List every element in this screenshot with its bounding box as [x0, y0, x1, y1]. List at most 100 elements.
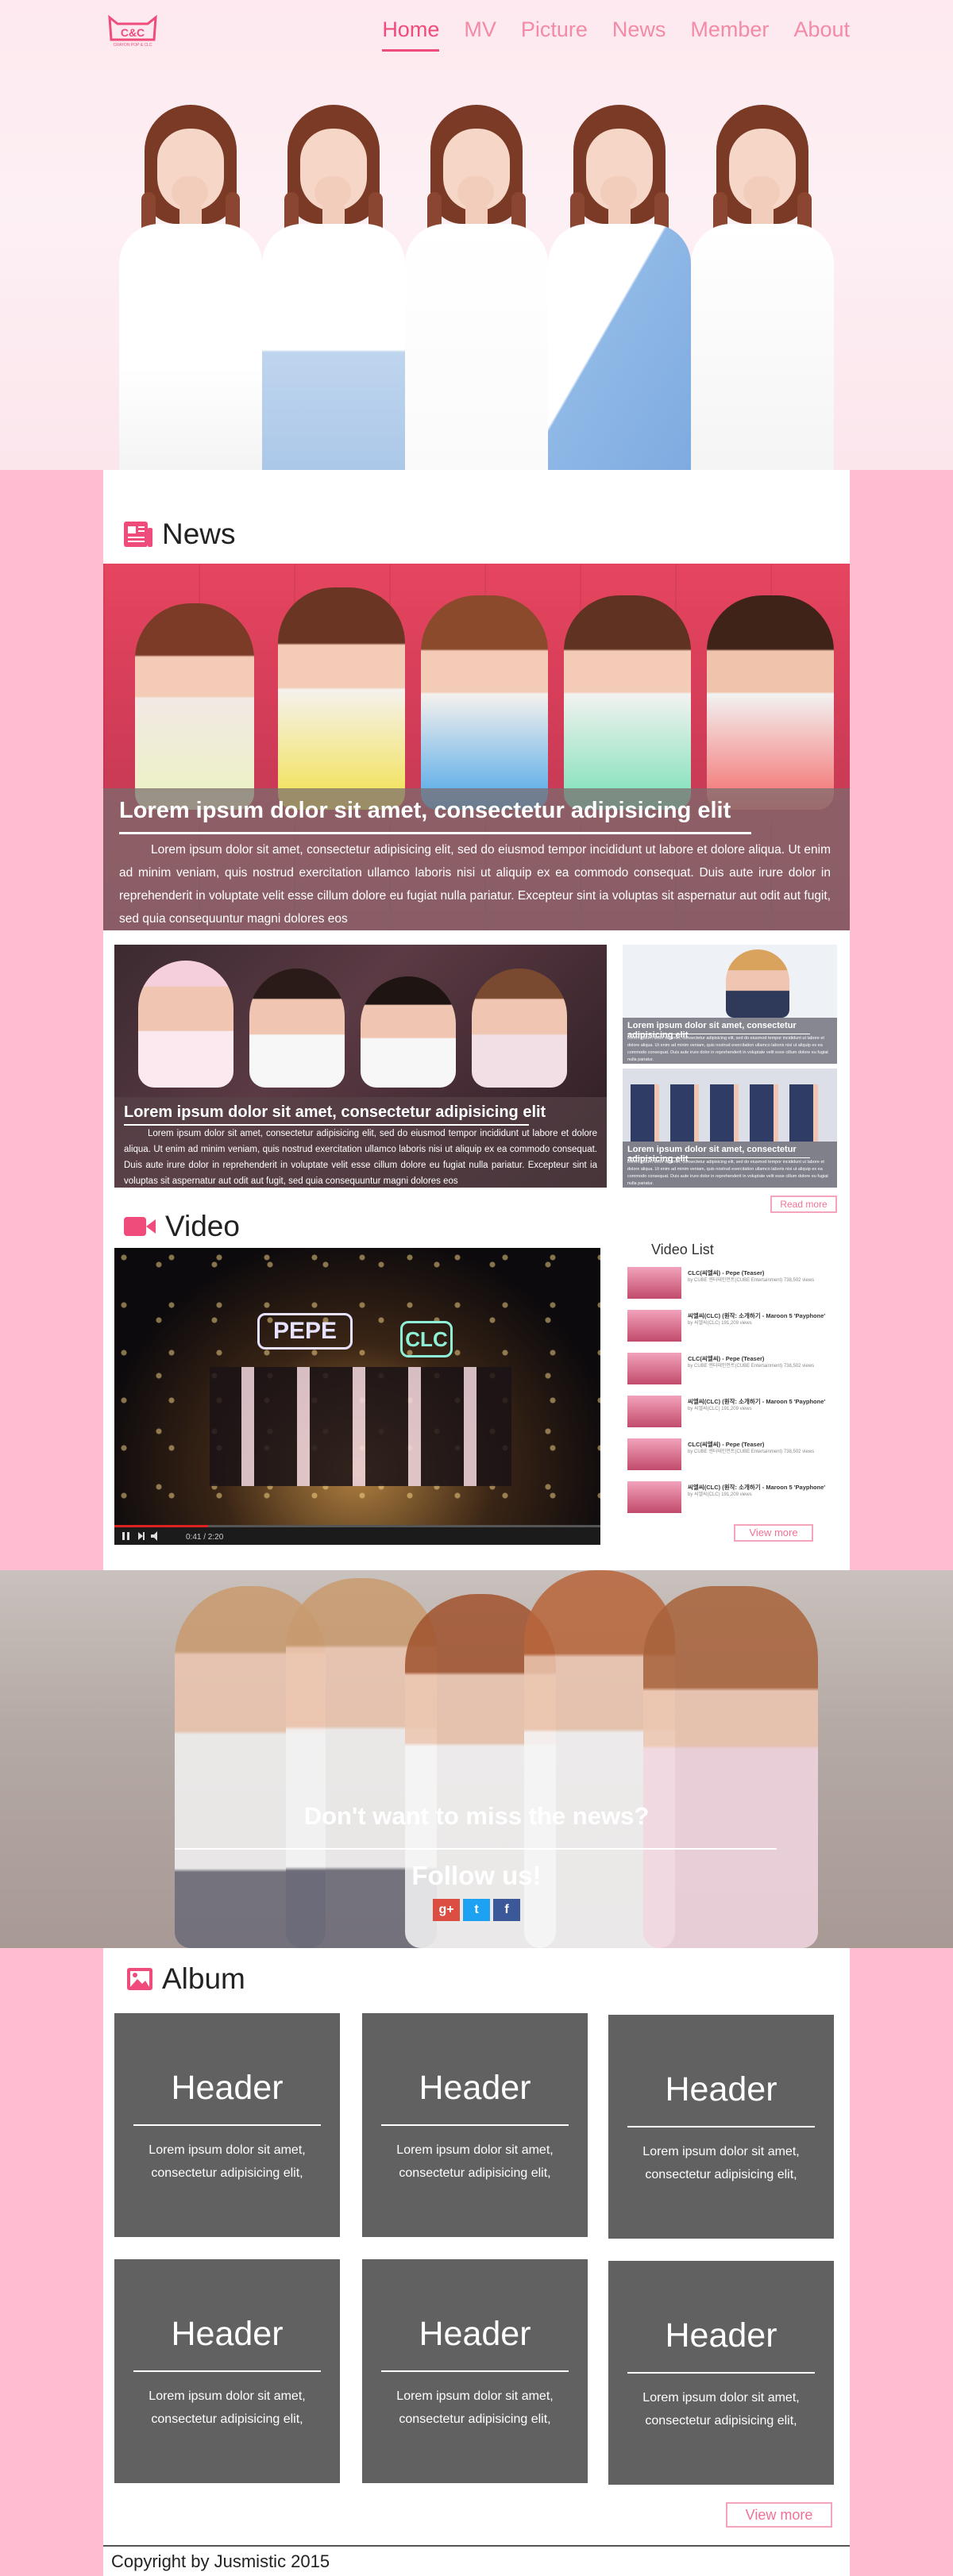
hero-member-figure	[254, 105, 413, 470]
featured-news-title[interactable]: Lorem ipsum dolor sit amet, consectetur …	[119, 798, 731, 824]
album-section: Album Header Lorem ipsum dolor sit amet,…	[103, 1948, 850, 2576]
album-card-header: Header	[419, 2069, 531, 2107]
facebook-icon[interactable]: f	[493, 1899, 520, 1921]
video-list-item-meta: by CUBE 엔터테인먼트(CUBE Entertainment) 738,5…	[688, 1364, 815, 1369]
secondary-news-card[interactable]: Lorem ipsum dolor sit amet, consectetur …	[114, 945, 607, 1188]
copyright-text: Copyright by Jusmistic 2015	[111, 2551, 330, 2571]
video-list-item-title[interactable]: CLC(씨엘씨) - Pepe (Teaser)	[688, 1269, 764, 1277]
footer-divider	[103, 2545, 850, 2547]
album-card[interactable]: Header Lorem ipsum dolor sit amet, conse…	[114, 2013, 340, 2237]
small-news-card[interactable]: Lorem ipsum dolor sit amet, consectetur …	[623, 1069, 837, 1188]
album-card-text: Lorem ipsum dolor sit amet, consectetur …	[149, 2143, 306, 2180]
video-list-item-meta: by CUBE 엔터테인먼트(CUBE Entertainment) 738,5…	[688, 1278, 815, 1283]
video-list-item[interactable]: 씨엘씨(CLC) (원작: 소개하기 - Maroon 5 'Payphone'…	[627, 1396, 825, 1430]
featured-news-card[interactable]: Lorem ipsum dolor sit amet, consectetur …	[103, 564, 850, 930]
album-card-text: Lorem ipsum dolor sit amet, consectetur …	[149, 2389, 306, 2426]
album-card[interactable]: Header Lorem ipsum dolor sit amet, conse…	[362, 2259, 588, 2483]
video-list-item-title[interactable]: 씨엘씨(CLC) (원작: 소개하기 - Maroon 5 'Payphone'	[688, 1483, 825, 1492]
site-logo[interactable]: C&C CRAYON POP & CLC	[105, 13, 160, 48]
album-card-text: Lorem ipsum dolor sit amet, consectetur …	[642, 2145, 800, 2181]
nav-home[interactable]: Home	[382, 17, 440, 52]
secondary-news-title[interactable]: Lorem ipsum dolor sit amet, consectetur …	[124, 1103, 546, 1122]
newspaper-icon	[124, 522, 152, 547]
nav-about[interactable]: About	[793, 17, 850, 52]
news-video-section: News Lorem ipsum dolor sit amet, consect…	[103, 470, 850, 1570]
album-card-text: Lorem ipsum dolor sit amet, consectetur …	[642, 2391, 800, 2428]
album-title: Album	[162, 1962, 245, 1995]
video-sign-clc: CLC	[400, 1321, 453, 1357]
video-list-item[interactable]: 씨엘씨(CLC) (원작: 소개하기 - Maroon 5 'Payphone'…	[627, 1481, 825, 1516]
follow-cta: Follow us!	[411, 1861, 542, 1890]
album-card-header: Header	[419, 2315, 531, 2353]
video-time: 0:41 / 2:20	[186, 1533, 224, 1542]
album-card-text: Lorem ipsum dolor sit amet, consectetur …	[396, 2389, 554, 2426]
video-camera-icon	[124, 1217, 156, 1236]
video-view-more-button[interactable]: View more	[734, 1524, 813, 1542]
video-list-item-title[interactable]: CLC(씨엘씨) - Pepe (Teaser)	[688, 1354, 764, 1363]
play-icon[interactable]	[114, 1527, 162, 1545]
album-card[interactable]: Header Lorem ipsum dolor sit amet, conse…	[608, 2015, 834, 2239]
google-plus-icon[interactable]: g+	[433, 1899, 460, 1921]
video-title: Video	[165, 1210, 240, 1242]
album-card[interactable]: Header Lorem ipsum dolor sit amet, conse…	[362, 2013, 588, 2237]
album-heading: Album	[125, 1962, 245, 1996]
album-card-header: Header	[665, 2316, 777, 2355]
video-list-thumbnail	[627, 1310, 681, 1342]
small-news-photo	[631, 1084, 829, 1142]
video-list-item-meta: by 씨엘씨(CLC) 191,209 views	[688, 1407, 752, 1411]
video-list-thumbnail	[627, 1396, 681, 1427]
album-card-header: Header	[171, 2069, 284, 2107]
follow-question: Don't want to miss the news?	[303, 1802, 650, 1830]
video-heading: Video	[122, 1210, 240, 1243]
video-list-thumbnail	[627, 1353, 681, 1384]
main-nav: Home MV Picture News Member About	[357, 17, 850, 52]
video-list-title: Video List	[651, 1242, 714, 1257]
video-list-item-title[interactable]: CLC(씨엘씨) - Pepe (Teaser)	[688, 1440, 764, 1449]
video-list-item[interactable]: CLC(씨엘씨) - Pepe (Teaser) by CUBE 엔터테인먼트(…	[627, 1438, 818, 1473]
social-links: g+ t f	[433, 1899, 520, 1921]
video-sign-pepe: PEPE	[257, 1313, 353, 1350]
hero-member-figure	[397, 105, 556, 470]
video-list-item[interactable]: CLC(씨엘씨) - Pepe (Teaser) by CUBE 엔터테인먼트(…	[627, 1267, 818, 1302]
follow-banner: Don't want to miss the news? Follow us! …	[0, 1570, 953, 1948]
small-news-card[interactable]: Lorem ipsum dolor sit amet, consectetur …	[623, 945, 837, 1064]
featured-news-text: Lorem ipsum dolor sit amet, consectetur …	[119, 843, 831, 926]
video-list-thumbnail	[627, 1481, 681, 1513]
album-card[interactable]: Header Lorem ipsum dolor sit amet, conse…	[608, 2261, 834, 2485]
album-card-text: Lorem ipsum dolor sit amet, consectetur …	[396, 2143, 554, 2180]
hero-member-figure	[111, 105, 270, 470]
nav-news[interactable]: News	[612, 17, 666, 52]
video-list-thumbnail	[627, 1267, 681, 1299]
nav-member[interactable]: Member	[690, 17, 769, 52]
video-list-item[interactable]: 씨엘씨(CLC) (원작: 소개하기 - Maroon 5 'Payphone'…	[627, 1310, 825, 1345]
small-news-text: Lorem ipsum dolor sit amet, consectetur …	[627, 1036, 828, 1062]
hero-member-figure	[683, 105, 842, 470]
follow-photo-figure	[643, 1586, 818, 1948]
read-more-button[interactable]: Read more	[770, 1196, 837, 1213]
secondary-news-text: Lorem ipsum dolor sit amet, consectetur …	[124, 1129, 597, 1186]
album-card-header: Header	[665, 2070, 777, 2108]
logo-text: C&C	[121, 26, 145, 39]
twitter-icon[interactable]: t	[463, 1899, 490, 1921]
small-news-photo	[726, 949, 789, 1018]
hero-group-photo	[111, 103, 842, 470]
album-card[interactable]: Header Lorem ipsum dolor sit amet, conse…	[114, 2259, 340, 2483]
video-list-item-title[interactable]: 씨엘씨(CLC) (원작: 소개하기 - Maroon 5 'Payphone'	[688, 1397, 825, 1406]
video-list-item-meta: by 씨엘씨(CLC) 191,209 views	[688, 1321, 752, 1326]
album-card-header: Header	[171, 2315, 284, 2353]
hero-member-figure	[540, 105, 699, 470]
news-heading: News	[122, 518, 236, 551]
video-list-item-meta: by 씨엘씨(CLC) 191,209 views	[688, 1492, 752, 1497]
video-list-item-meta: by CUBE 엔터테인먼트(CUBE Entertainment) 738,5…	[688, 1450, 815, 1454]
logo-subtext: CRAYON POP & CLC	[114, 43, 152, 48]
small-news-text: Lorem ipsum dolor sit amet, consectetur …	[627, 1160, 828, 1186]
video-list-item-title[interactable]: 씨엘씨(CLC) (원작: 소개하기 - Maroon 5 'Payphone'	[688, 1311, 825, 1320]
video-list-thumbnail	[627, 1438, 681, 1470]
nav-mv[interactable]: MV	[464, 17, 496, 52]
album-view-more-button[interactable]: View more	[726, 2502, 832, 2528]
nav-picture[interactable]: Picture	[521, 17, 588, 52]
video-player[interactable]: PEPE CLC 0:41 / 2:20	[114, 1248, 600, 1545]
video-list-item[interactable]: CLC(씨엘씨) - Pepe (Teaser) by CUBE 엔터테인먼트(…	[627, 1353, 818, 1388]
hero-banner: C&C CRAYON POP & CLC Home MV Picture New…	[0, 0, 953, 470]
picture-icon	[127, 1968, 152, 1990]
